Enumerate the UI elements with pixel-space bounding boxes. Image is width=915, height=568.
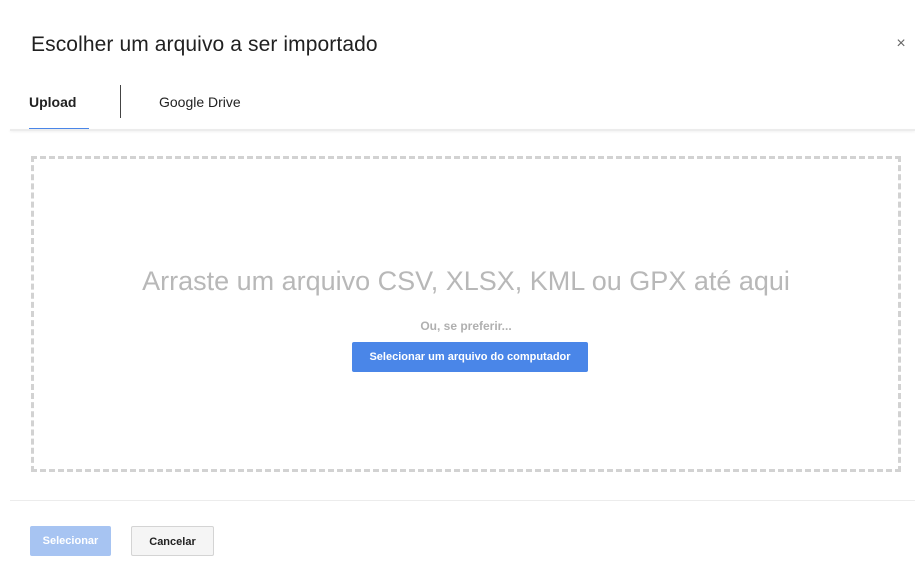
drop-prompt: Arraste um arquivo CSV, XLSX, KML ou GPX…	[142, 266, 790, 296]
tab-google-drive-label: Google Drive	[159, 94, 241, 110]
select-file-from-computer-button[interactable]: Selecionar um arquivo do computador	[352, 342, 588, 372]
tab-separator	[120, 85, 121, 118]
footer-divider	[10, 500, 915, 501]
select-button[interactable]: Selecionar	[30, 526, 111, 556]
alternative-text: Ou, se preferir...	[420, 319, 512, 333]
tabs-divider	[10, 129, 915, 131]
tab-upload-label: Upload	[29, 94, 77, 110]
tab-google-drive[interactable]: Google Drive	[159, 84, 259, 130]
close-icon[interactable]: ×	[887, 30, 915, 58]
import-file-dialog: Escolher um arquivo a ser importado × Up…	[0, 0, 915, 568]
tab-upload[interactable]: Upload	[29, 84, 89, 130]
cancel-button[interactable]: Cancelar	[131, 526, 214, 556]
file-drop-zone[interactable]: Arraste um arquivo CSV, XLSX, KML ou GPX…	[31, 156, 901, 472]
dialog-title: Escolher um arquivo a ser importado	[31, 33, 378, 56]
